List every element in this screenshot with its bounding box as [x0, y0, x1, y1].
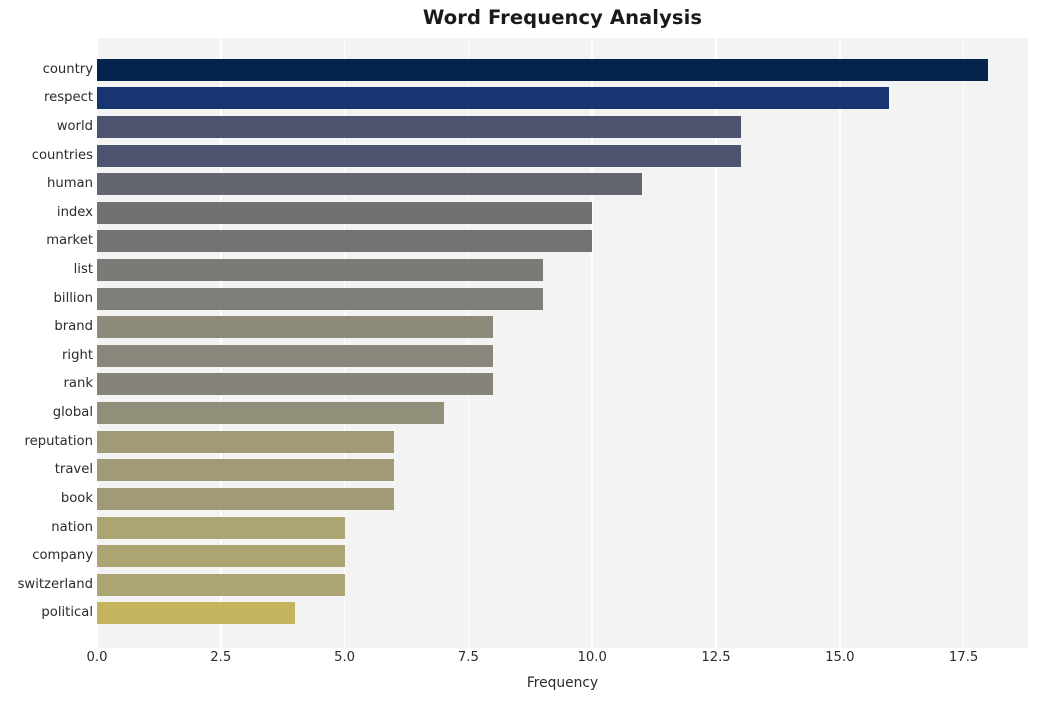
y-tick-label-human: human	[46, 176, 93, 192]
x-tick-label-0.0: 0.0	[86, 650, 108, 665]
x-tick-label-15.0: 15.0	[825, 650, 855, 665]
y-tick-label-billion: billion	[53, 290, 93, 306]
bar-billion	[97, 287, 543, 310]
x-tick-label-2.5: 2.5	[210, 650, 232, 665]
y-tick-label-travel: travel	[54, 462, 93, 478]
bar-travel	[97, 459, 395, 482]
y-tick-label-switzerland: switzerland	[17, 576, 93, 592]
y-tick-label-country: country	[42, 61, 93, 77]
y-tick-label-world: world	[56, 118, 93, 134]
y-tick-label-list: list	[73, 262, 93, 277]
bar-countries	[97, 144, 741, 167]
x-tick-label-12.5: 12.5	[701, 650, 731, 665]
y-tick-label-countries: countries	[31, 147, 93, 163]
x-tick-label-5.0: 5.0	[334, 650, 356, 665]
bar-nation	[97, 516, 345, 539]
gridline-x-7	[962, 38, 965, 648]
page-title: Word Frequency Analysis	[422, 6, 703, 29]
bar-reputation	[97, 430, 395, 453]
bar-human	[97, 173, 642, 196]
word-frequency-chart: Word Frequency Analysis country respect wo…	[0, 0, 1038, 701]
plot-area	[97, 38, 1028, 648]
y-tick-label-nation: nation	[51, 519, 93, 535]
bar-market	[97, 230, 593, 253]
y-tick-label-political: political	[41, 605, 93, 621]
bar-global	[97, 402, 444, 425]
bar-respect	[97, 87, 890, 110]
bar-switzerland	[97, 573, 345, 596]
bar-political	[97, 602, 296, 625]
y-tick-label-index: index	[56, 204, 93, 220]
bar-rank	[97, 373, 494, 396]
y-tick-label-reputation: reputation	[24, 433, 94, 449]
x-tick-label-10.0: 10.0	[577, 650, 607, 665]
y-tick-label-rank: rank	[63, 376, 94, 392]
bar-right	[97, 344, 494, 367]
x-axis-label: Frequency	[526, 675, 599, 691]
y-tick-label-global: global	[52, 405, 93, 421]
x-tick-label-7.5: 7.5	[457, 650, 479, 665]
x-tick-label-17.5: 17.5	[948, 650, 979, 665]
bar-index	[97, 201, 593, 224]
bar-book	[97, 487, 395, 510]
bar-list	[97, 259, 543, 281]
bar-country	[97, 58, 989, 81]
y-tick-label-market: market	[46, 233, 93, 249]
x-axis-tick-labels: 0.0 2.5 5.0 7.5 10.0 12.5 15.0 17.5	[0, 650, 1038, 674]
gridline-x-6	[839, 38, 841, 648]
y-axis-tick-labels: country respect world countries human index ma…	[0, 38, 93, 648]
y-tick-label-respect: respect	[43, 90, 93, 106]
y-tick-label-book: book	[60, 490, 93, 506]
y-tick-label-right: right	[62, 347, 93, 363]
y-tick-label-company: company	[32, 548, 93, 564]
bar-company	[97, 545, 345, 568]
bar-brand	[97, 316, 494, 339]
bar-world	[97, 115, 741, 138]
y-tick-label-brand: brand	[54, 319, 93, 335]
